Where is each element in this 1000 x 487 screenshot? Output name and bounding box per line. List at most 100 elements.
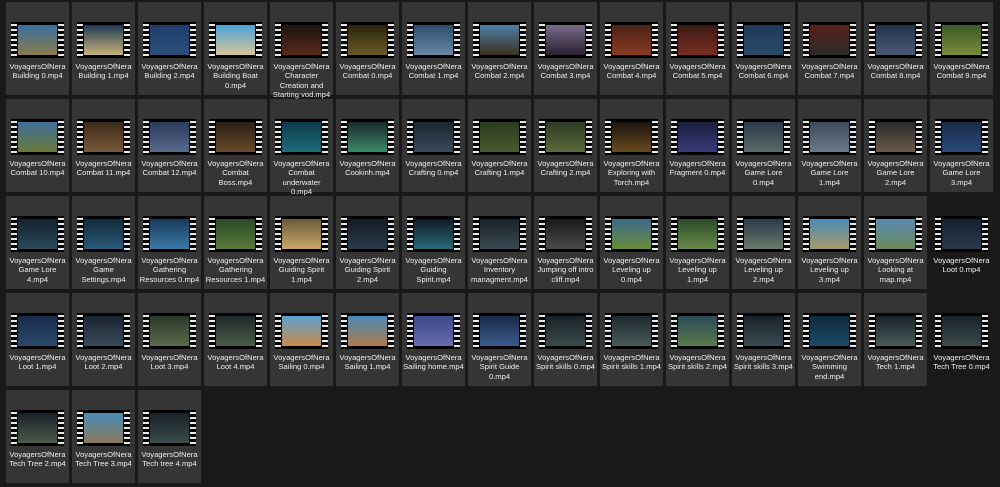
video-file-item[interactable]: VoyagersOfNera Loot 1.mp4 bbox=[6, 293, 69, 386]
film-strip-left bbox=[11, 119, 17, 155]
file-name-label: VoyagersOfNera Loot 2.mp4 bbox=[75, 353, 132, 372]
video-file-item[interactable]: VoyagersOfNera Exploring with Torch.mp4 bbox=[600, 99, 663, 192]
video-frame-preview bbox=[348, 219, 387, 249]
video-file-item[interactable]: VoyagersOfNera Spirit skills 0.mp4 bbox=[534, 293, 597, 386]
video-file-item[interactable]: VoyagersOfNera Tech Tree 0.mp4 bbox=[930, 293, 993, 386]
video-file-item[interactable]: VoyagersOfNera Spirit Guide 0.mp4 bbox=[468, 293, 531, 386]
film-strip-left bbox=[935, 119, 941, 155]
video-thumbnail-icon bbox=[803, 313, 856, 349]
video-file-item[interactable]: VoyagersOfNera Building 0.mp4 bbox=[6, 2, 69, 95]
video-file-item[interactable]: VoyagersOfNera Crafting 1.mp4 bbox=[468, 99, 531, 192]
video-file-item[interactable]: VoyagersOfNera Crafting 0.mp4 bbox=[402, 99, 465, 192]
video-file-item[interactable]: VoyagersOfNera Building 1.mp4 bbox=[72, 2, 135, 95]
video-file-item[interactable]: VoyagersOfNera Combat 6.mp4 bbox=[732, 2, 795, 95]
video-frame-preview bbox=[414, 122, 453, 152]
video-file-item[interactable]: VoyagersOfNera Gathering Resources 1.mp4 bbox=[204, 196, 267, 289]
video-thumbnail-icon bbox=[803, 119, 856, 155]
video-file-item[interactable]: VoyagersOfNera Guiding Spirit.mp4 bbox=[402, 196, 465, 289]
video-frame-preview bbox=[282, 316, 321, 346]
video-file-item[interactable]: VoyagersOfNera Jumping off intro cliff.m… bbox=[534, 196, 597, 289]
video-file-item[interactable]: VoyagersOfNera Sailing 0.mp4 bbox=[270, 293, 333, 386]
video-file-item[interactable]: VoyagersOfNera Spirit skills 2.mp4 bbox=[666, 293, 729, 386]
video-thumbnail-icon bbox=[869, 22, 922, 58]
video-file-item[interactable]: VoyagersOfNera Building 2.mp4 bbox=[138, 2, 201, 95]
video-file-item[interactable]: VoyagersOfNera Tech Tree 3.mp4 bbox=[72, 390, 135, 483]
video-file-item[interactable]: VoyagersOfNera Game Lore 3.mp4 bbox=[930, 99, 993, 192]
video-thumbnail-icon bbox=[11, 216, 64, 252]
film-strip-left bbox=[869, 22, 875, 58]
video-file-item[interactable]: VoyagersOfNera Loot 2.mp4 bbox=[72, 293, 135, 386]
video-file-item[interactable]: VoyagersOfNera Sailing home.mp4 bbox=[402, 293, 465, 386]
file-name-label: VoyagersOfNera Looking at map.mp4 bbox=[867, 256, 924, 284]
video-file-item[interactable]: VoyagersOfNera Looking at map.mp4 bbox=[864, 196, 927, 289]
film-strip-right bbox=[256, 119, 262, 155]
film-strip-right bbox=[322, 313, 328, 349]
file-name-label: VoyagersOfNera Loot 1.mp4 bbox=[9, 353, 66, 372]
video-file-item[interactable]: VoyagersOfNera Fragment 0.mp4 bbox=[666, 99, 729, 192]
film-strip-right bbox=[718, 119, 724, 155]
file-name-label: VoyagersOfNera Character Creation and St… bbox=[272, 62, 331, 100]
video-thumbnail-icon bbox=[275, 216, 328, 252]
video-file-item[interactable]: VoyagersOfNera Loot 0.mp4 bbox=[930, 196, 993, 289]
video-thumbnail-icon bbox=[77, 410, 130, 446]
video-file-item[interactable]: VoyagersOfNera Building Boat 0.mp4 bbox=[204, 2, 267, 95]
video-frame-preview bbox=[480, 25, 519, 55]
video-file-item[interactable]: VoyagersOfNera Gathering Resources 0.mp4 bbox=[138, 196, 201, 289]
video-file-item[interactable]: VoyagersOfNera Loot 3.mp4 bbox=[138, 293, 201, 386]
video-file-item[interactable]: VoyagersOfNera Combat 9.mp4 bbox=[930, 2, 993, 95]
video-frame-preview bbox=[612, 25, 651, 55]
video-file-item[interactable]: VoyagersOfNera Combat 3.mp4 bbox=[534, 2, 597, 95]
video-file-item[interactable]: VoyagersOfNera Combat 7.mp4 bbox=[798, 2, 861, 95]
video-thumbnail-icon bbox=[209, 119, 262, 155]
file-name-label: VoyagersOfNera Combat underwater 0.mp4 bbox=[273, 159, 330, 197]
file-name-label: VoyagersOfNera Combat 8.mp4 bbox=[867, 62, 924, 81]
video-file-item[interactable]: VoyagersOfNera Combat 1.mp4 bbox=[402, 2, 465, 95]
video-file-item[interactable]: VoyagersOfNera Combat 10.mp4 bbox=[6, 99, 69, 192]
film-strip-left bbox=[671, 22, 677, 58]
video-file-item[interactable]: VoyagersOfNera Tech tree 4.mp4 bbox=[138, 390, 201, 483]
video-file-item[interactable]: VoyagersOfNera Combat 2.mp4 bbox=[468, 2, 531, 95]
video-file-item[interactable]: VoyagersOfNera Crafting 2.mp4 bbox=[534, 99, 597, 192]
video-file-item[interactable]: VoyagersOfNera Cookinh.mp4 bbox=[336, 99, 399, 192]
video-file-item[interactable]: VoyagersOfNera Tech 1.mp4 bbox=[864, 293, 927, 386]
video-file-item[interactable]: VoyagersOfNera Sailing 1.mp4 bbox=[336, 293, 399, 386]
file-name-label: VoyagersOfNera Jumping off intro cliff.m… bbox=[537, 256, 594, 284]
video-file-item[interactable]: VoyagersOfNera Combat underwater 0.mp4 bbox=[270, 99, 333, 196]
video-file-item[interactable]: VoyagersOfNera Leveling up 1.mp4 bbox=[666, 196, 729, 289]
video-file-item[interactable]: VoyagersOfNera Spirit skills 1.mp4 bbox=[600, 293, 663, 386]
file-name-label: VoyagersOfNera Combat 10.mp4 bbox=[9, 159, 66, 178]
film-strip-left bbox=[671, 216, 677, 252]
film-strip-right bbox=[388, 22, 394, 58]
video-file-item[interactable]: VoyagersOfNera Game Lore 4.mp4 bbox=[6, 196, 69, 289]
video-frame-preview bbox=[744, 316, 783, 346]
video-file-item[interactable]: VoyagersOfNera Combat 0.mp4 bbox=[336, 2, 399, 95]
film-strip-left bbox=[407, 119, 413, 155]
video-file-item[interactable]: VoyagersOfNera Game Lore 1.mp4 bbox=[798, 99, 861, 192]
film-strip-left bbox=[605, 216, 611, 252]
video-file-item[interactable]: VoyagersOfNera Leveling up 2.mp4 bbox=[732, 196, 795, 289]
video-file-item[interactable]: VoyagersOfNera Guiding Spirit 1.mp4 bbox=[270, 196, 333, 289]
film-strip-left bbox=[671, 313, 677, 349]
video-file-item[interactable]: VoyagersOfNera Tech Tree 2.mp4 bbox=[6, 390, 69, 483]
video-file-item[interactable]: VoyagersOfNera Guiding Spirit 2.mp4 bbox=[336, 196, 399, 289]
video-file-item[interactable]: VoyagersOfNera Inventory managment.mp4 bbox=[468, 196, 531, 289]
video-file-item[interactable]: VoyagersOfNera Combat 8.mp4 bbox=[864, 2, 927, 95]
video-file-item[interactable]: VoyagersOfNera Spirit skills 3.mp4 bbox=[732, 293, 795, 386]
video-file-item[interactable]: VoyagersOfNera Leveling up 0.mp4 bbox=[600, 196, 663, 289]
video-file-item[interactable]: VoyagersOfNera Character Creation and St… bbox=[270, 2, 333, 99]
video-file-item[interactable]: VoyagersOfNera Loot 4.mp4 bbox=[204, 293, 267, 386]
video-file-item[interactable]: VoyagersOfNera Combat 5.mp4 bbox=[666, 2, 729, 95]
video-file-item[interactable]: VoyagersOfNera Leveling up 3.mp4 bbox=[798, 196, 861, 289]
video-file-item[interactable]: VoyagersOfNera Game Lore 2.mp4 bbox=[864, 99, 927, 192]
film-strip-right bbox=[784, 119, 790, 155]
video-file-item[interactable]: VoyagersOfNera Swimming end.mp4 bbox=[798, 293, 861, 386]
video-file-item[interactable]: VoyagersOfNera Game Lore 0.mp4 bbox=[732, 99, 795, 192]
video-file-item[interactable]: VoyagersOfNera Game Settings.mp4 bbox=[72, 196, 135, 289]
video-file-item[interactable]: VoyagersOfNera Combat 12.mp4 bbox=[138, 99, 201, 192]
film-strip-left bbox=[143, 119, 149, 155]
video-file-item[interactable]: VoyagersOfNera Combat 4.mp4 bbox=[600, 2, 663, 95]
video-file-item[interactable]: VoyagersOfNera Combat 11.mp4 bbox=[72, 99, 135, 192]
film-strip-left bbox=[605, 119, 611, 155]
video-frame-preview bbox=[84, 219, 123, 249]
video-file-item[interactable]: VoyagersOfNera Combat Boss.mp4 bbox=[204, 99, 267, 192]
